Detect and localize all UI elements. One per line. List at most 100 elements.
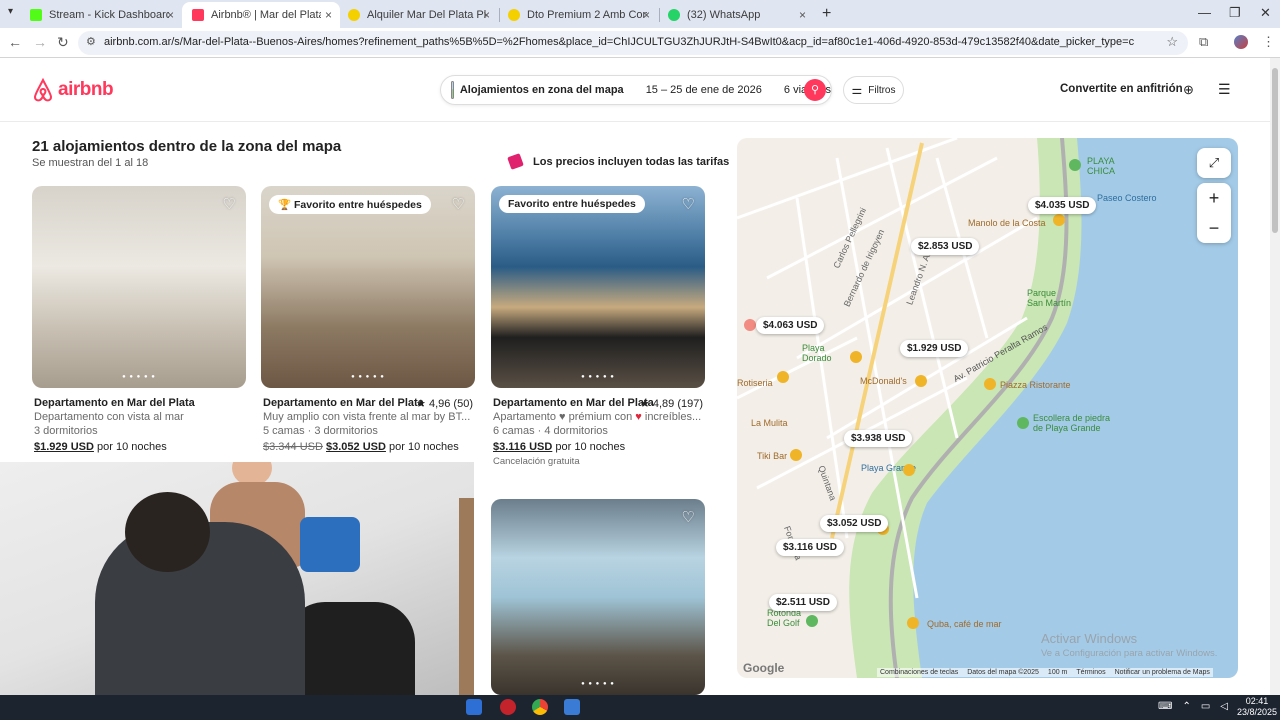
search-bar[interactable]: Alojamientos en zona del mapa 15 – 25 de… bbox=[440, 75, 832, 105]
price-pin[interactable]: $3.938 USD bbox=[844, 430, 913, 447]
clock-time: 02:41 bbox=[1245, 696, 1269, 706]
profile-avatar[interactable] bbox=[1234, 35, 1248, 49]
search-dates[interactable]: 15 – 25 de ene de 2026 bbox=[646, 84, 762, 96]
airbnb-logo[interactable]: airbnb bbox=[32, 78, 114, 102]
hotel-icon bbox=[744, 319, 756, 331]
app-icon[interactable] bbox=[466, 699, 482, 715]
close-icon[interactable]: × bbox=[799, 8, 806, 22]
scroll-thumb[interactable] bbox=[1272, 68, 1278, 233]
listing-card[interactable]: ♡ ● ● ● ● ● Departamento en Mar del Plat… bbox=[32, 186, 246, 453]
listing-photo[interactable]: 🏆 Favorito entre huéspedes ♡ ● ● ● ● ● bbox=[261, 186, 475, 388]
heart-icon[interactable]: ♡ bbox=[452, 195, 465, 213]
reload-icon[interactable]: ↻ bbox=[57, 34, 69, 51]
url-text[interactable]: airbnb.com.ar/s/Mar-del-Plata--Buenos-Ai… bbox=[104, 36, 1134, 48]
menu-icon[interactable]: ☰ bbox=[1218, 81, 1231, 98]
close-icon[interactable]: × bbox=[167, 8, 174, 22]
tab-search-icon[interactable]: ▾ bbox=[8, 6, 13, 17]
price-suffix: por 10 noches bbox=[555, 441, 626, 453]
globe-icon[interactable]: ⊕ bbox=[1183, 82, 1194, 98]
description-part: Apartamento bbox=[493, 411, 556, 423]
webcam-overlay bbox=[0, 462, 474, 695]
price-value[interactable]: $1.929 USD bbox=[34, 441, 94, 453]
tab-alquiler[interactable]: Alquiler Mar Del Plata Playa Gr × bbox=[348, 2, 498, 28]
close-icon[interactable]: × bbox=[325, 8, 332, 22]
browser-menu-icon[interactable]: ⋮ bbox=[1262, 34, 1275, 50]
activate-windows-subtitle: Ve a Configuración para activar Windows. bbox=[1041, 648, 1218, 659]
listing-card[interactable]: Favorito entre huéspedes ♡ ● ● ● ● ● Dep… bbox=[491, 186, 705, 467]
network-icon[interactable]: ▭ bbox=[1201, 701, 1210, 712]
page-scrollbar[interactable] bbox=[1270, 58, 1280, 695]
description-part: prémium con bbox=[568, 411, 633, 423]
heart-icon[interactable]: ♡ bbox=[223, 195, 236, 213]
become-host-link[interactable]: Convertite en anfitrión bbox=[1060, 83, 1183, 95]
listing-photo[interactable]: ♡ ● ● ● ● ● bbox=[32, 186, 246, 388]
listing-photo[interactable]: Favorito entre huéspedes ♡ ● ● ● ● ● bbox=[491, 186, 705, 388]
address-bar[interactable]: ⚙ airbnb.com.ar/s/Mar-del-Plata--Buenos-… bbox=[78, 31, 1188, 55]
price-pin[interactable]: $3.052 USD bbox=[820, 515, 889, 532]
chrome-icon[interactable] bbox=[532, 699, 548, 715]
price-pin[interactable]: $4.035 USD bbox=[1028, 197, 1097, 214]
webcam-bag bbox=[300, 517, 360, 572]
tab-label: Airbnb® | Mar del Plata: Alojam bbox=[211, 9, 321, 21]
park-icon bbox=[1069, 159, 1081, 171]
extensions-icon[interactable]: ⧉ bbox=[1199, 34, 1208, 50]
expand-map-icon[interactable]: ⤢ bbox=[1197, 148, 1231, 178]
new-tab-icon[interactable]: + bbox=[822, 5, 831, 23]
tab-kick[interactable]: Stream - Kick Dashboard × bbox=[30, 2, 182, 28]
price-pin[interactable]: $2.853 USD bbox=[911, 238, 980, 255]
calculator-icon[interactable] bbox=[564, 699, 580, 715]
map[interactable]: PLAYA CHICA Paseo Costero Manolo de la C… bbox=[737, 138, 1238, 678]
listing-price: $3.344 USD $3.052 USD por 10 noches bbox=[263, 441, 475, 453]
red-heart-icon: ♥ bbox=[635, 411, 642, 423]
listing-rooms: 5 camas · 3 dormitorios bbox=[263, 425, 378, 437]
filters-button[interactable]: ⚌ Filtros bbox=[843, 76, 904, 104]
keyboard-icon[interactable]: ⌨ bbox=[1158, 701, 1172, 712]
price-value[interactable]: $3.116 USD bbox=[493, 441, 552, 453]
tab-dto-premium[interactable]: Dto Premium 2 Amb Con Vista × bbox=[508, 2, 658, 28]
heart-icon[interactable]: ♡ bbox=[682, 195, 695, 213]
clock-date: 23/8/2025 bbox=[1237, 707, 1278, 717]
listing-photo[interactable]: ♡ ● ● ● ● ● bbox=[491, 499, 705, 695]
whatsapp-icon bbox=[668, 9, 680, 21]
price-pin[interactable]: $1.929 USD bbox=[900, 340, 969, 357]
tray-expand-icon[interactable]: ⌃ bbox=[1182, 701, 1190, 712]
map-label-escollera: Escollera de piedra de Playa Grande bbox=[1033, 413, 1111, 433]
restore-icon[interactable]: ❐ bbox=[1229, 5, 1241, 21]
tab-whatsapp[interactable]: (32) WhatsApp × bbox=[668, 2, 814, 28]
map-scale[interactable]: 100 m bbox=[1048, 669, 1067, 676]
minimize-icon[interactable]: — bbox=[1198, 5, 1211, 20]
map-label-piazza: Piazza Ristorante bbox=[1000, 380, 1071, 390]
tab-airbnb[interactable]: Airbnb® | Mar del Plata: Alojam × bbox=[182, 2, 340, 28]
close-window-icon[interactable]: ✕ bbox=[1260, 5, 1271, 21]
price-value[interactable]: $3.052 USD bbox=[326, 441, 386, 453]
search-area[interactable]: Alojamientos en zona del mapa bbox=[460, 84, 624, 96]
volume-icon[interactable]: ◁ bbox=[1220, 701, 1228, 712]
report-problem-link[interactable]: Notificar un problema de Maps bbox=[1115, 669, 1210, 676]
obs-icon[interactable] bbox=[500, 699, 516, 715]
close-icon[interactable]: × bbox=[643, 8, 650, 22]
browser-toolbar: ← → ↻ ⚙ airbnb.com.ar/s/Mar-del-Plata--B… bbox=[0, 28, 1280, 58]
logo-text: airbnb bbox=[58, 79, 114, 100]
listing-card[interactable]: 🏆 Favorito entre huéspedes ♡ ● ● ● ● ● D… bbox=[261, 186, 475, 453]
hotel-icon bbox=[850, 351, 862, 363]
price-pin[interactable]: $2.511 USD bbox=[769, 594, 837, 611]
listing-rating: ★ 4,96 (50) bbox=[416, 398, 473, 410]
terms-link[interactable]: Términos bbox=[1076, 669, 1105, 676]
keyboard-shortcuts-link[interactable]: Combinaciones de teclas bbox=[880, 669, 958, 676]
zoom-in-icon[interactable]: + bbox=[1197, 183, 1231, 213]
webcam-door bbox=[459, 498, 474, 695]
tab-label: Dto Premium 2 Amb Con Vista bbox=[527, 9, 647, 21]
search-icon[interactable]: ⚲ bbox=[804, 79, 826, 101]
price-pin[interactable]: $4.063 USD bbox=[756, 317, 825, 334]
price-pin[interactable]: $3.116 USD bbox=[776, 539, 844, 556]
clock[interactable]: 02:41 23/8/2025 bbox=[1237, 696, 1277, 718]
tab-label: Stream - Kick Dashboard bbox=[49, 9, 169, 21]
site-info-icon[interactable]: ⚙ bbox=[86, 35, 96, 48]
zoom-out-icon[interactable]: − bbox=[1197, 213, 1231, 243]
heart-icon[interactable]: ♡ bbox=[682, 508, 695, 526]
forward-icon[interactable]: → bbox=[33, 34, 47, 50]
close-icon[interactable]: × bbox=[483, 8, 490, 22]
back-icon[interactable]: ← bbox=[8, 34, 22, 50]
listing-card[interactable]: ♡ ● ● ● ● ● bbox=[491, 499, 705, 695]
bookmark-star-icon[interactable]: ☆ bbox=[1166, 34, 1178, 50]
